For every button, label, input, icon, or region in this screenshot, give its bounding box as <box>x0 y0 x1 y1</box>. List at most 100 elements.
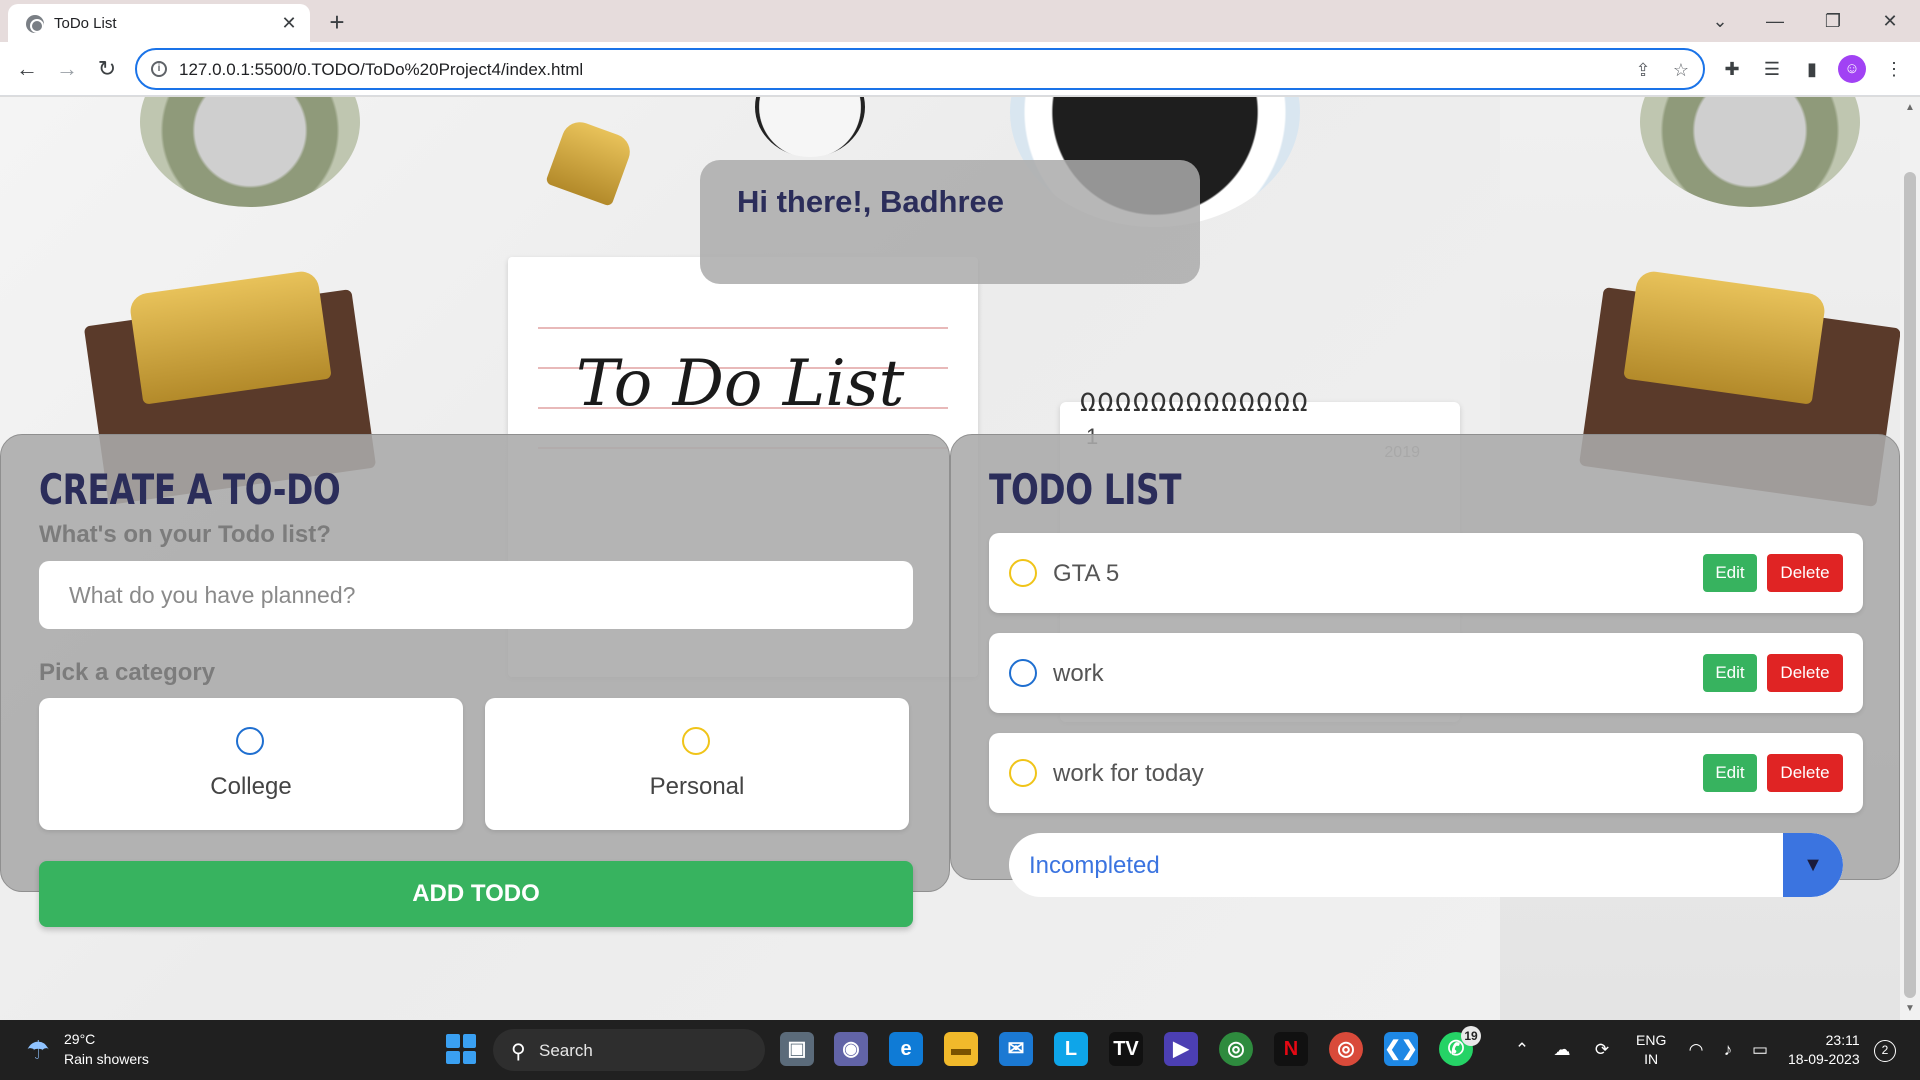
status-filter-select[interactable]: Incompleted ▼ <box>1009 833 1843 897</box>
succulent-plant-image <box>140 97 360 207</box>
tab-title: ToDo List <box>54 15 117 32</box>
category-personal-option[interactable]: Personal <box>485 698 909 830</box>
teams-chat-icon[interactable]: ◉ <box>834 1032 868 1066</box>
battery-icon[interactable]: ▭ <box>1748 1038 1772 1062</box>
greeting-text: Hi there!, Badhree <box>737 184 1005 219</box>
todo-item-text[interactable]: work <box>1053 660 1104 688</box>
category-label-college: College <box>210 773 292 800</box>
onedrive-cloud-icon[interactable]: ☁ <box>1550 1038 1574 1062</box>
todo-item: GTA 5 Edit Delete <box>989 533 1863 613</box>
share-icon[interactable]: ⇪ <box>1631 58 1655 82</box>
clipchamp-icon[interactable]: ▶ <box>1164 1032 1198 1066</box>
category-college-option[interactable]: College <box>39 698 463 830</box>
todo-list-heading: TODO LIST <box>989 465 1182 514</box>
netflix-icon[interactable]: N <box>1274 1032 1308 1066</box>
scrollbar-thumb[interactable] <box>1904 172 1916 998</box>
whatsapp-badge: 19 <box>1461 1026 1481 1046</box>
star-icon[interactable]: ☆ <box>1669 58 1693 82</box>
edit-button[interactable]: Edit <box>1703 554 1757 592</box>
windows-start-icon[interactable] <box>446 1034 476 1064</box>
browser-tab-strip: ToDo List ✕ + ⌄ — ❐ ✕ <box>0 0 1920 42</box>
tradingview-icon[interactable]: TV <box>1109 1032 1143 1066</box>
media-icon[interactable]: ☰ <box>1758 55 1786 83</box>
l-app-icon[interactable]: L <box>1054 1032 1088 1066</box>
globe-icon <box>26 15 44 33</box>
region-code: IN <box>1644 1051 1659 1067</box>
todo-item-text[interactable]: GTA 5 <box>1053 560 1119 588</box>
chevron-up-icon[interactable]: ⌃ <box>1510 1038 1534 1062</box>
create-todo-panel: CREATE A TO-DO What's on your Todo list?… <box>0 434 950 927</box>
add-todo-button[interactable]: ADD TODO <box>39 861 913 927</box>
windows-taskbar: ☂ 29°C Rain showers ⚲ Search ▣ ◉ e ▬ ✉ L… <box>0 1020 1920 1080</box>
clock-date: 18-09-2023 <box>1788 1051 1860 1067</box>
profile-avatar[interactable]: ☺ <box>1838 55 1866 83</box>
clock-time: 23:11 <box>1825 1032 1860 1048</box>
new-tab-button[interactable]: + <box>322 8 352 38</box>
extensions-icon[interactable]: ✚ <box>1718 55 1746 83</box>
language-indicator[interactable]: ENG IN <box>1636 1031 1666 1069</box>
tab-search-icon[interactable]: ⌄ <box>1700 6 1740 36</box>
weather-temperature[interactable]: 29°C <box>64 1031 95 1047</box>
edge-browser-icon[interactable]: e <box>889 1032 923 1066</box>
personal-radio[interactable] <box>682 727 710 755</box>
calendar-rings: ΩΩΩΩΩΩΩΩΩΩΩΩΩ <box>1080 388 1310 418</box>
volume-icon[interactable]: ♪ <box>1716 1038 1740 1062</box>
back-icon[interactable]: ← <box>12 54 42 84</box>
todo-list-panel: TODO LIST GTA 5 Edit Delete work Edit De… <box>950 434 1900 897</box>
edit-button[interactable]: Edit <box>1703 754 1757 792</box>
info-icon[interactable]: i <box>151 61 167 77</box>
address-bar[interactable]: i 127.0.0.1:5500/0.TODO/ToDo%20Project4/… <box>135 48 1705 90</box>
page-background: To Do List ΩΩΩΩΩΩΩΩΩΩΩΩΩ 1 2019 Hi there… <box>0 97 1900 1020</box>
mail-icon[interactable]: ✉ <box>999 1032 1033 1066</box>
vscode-icon[interactable]: ❮❯ <box>1384 1032 1418 1066</box>
todo-text-input[interactable] <box>39 561 913 629</box>
sidebar-icon[interactable]: ▮ <box>1798 55 1826 83</box>
todo-question-label: What's on your Todo list? <box>39 521 331 548</box>
whatsapp-icon[interactable]: ✆ 19 <box>1439 1026 1481 1066</box>
todo-item: work for today Edit Delete <box>989 733 1863 813</box>
menu-icon[interactable]: ⋮ <box>1880 55 1908 83</box>
scroll-up-arrow-icon[interactable]: ▲ <box>1900 99 1920 117</box>
language-code: ENG <box>1636 1032 1667 1048</box>
page-scrollbar[interactable]: ▲ ▼ <box>1900 97 1920 1020</box>
weather-description[interactable]: Rain showers <box>64 1051 149 1067</box>
alarm-clock-image <box>755 97 865 157</box>
sync-icon[interactable]: ⟳ <box>1590 1038 1614 1062</box>
reload-icon[interactable]: ↻ <box>92 54 122 84</box>
binder-clip-image <box>545 117 635 207</box>
file-explorer-icon[interactable]: ▬ <box>944 1032 978 1066</box>
complete-checkbox[interactable] <box>1009 559 1037 587</box>
complete-checkbox[interactable] <box>1009 759 1037 787</box>
restore-button[interactable]: ❐ <box>1813 6 1853 36</box>
task-view-icon[interactable]: ▣ <box>780 1032 814 1066</box>
notification-count-badge[interactable]: 2 <box>1874 1040 1896 1062</box>
browser-tab[interactable]: ToDo List ✕ <box>8 4 310 42</box>
delete-button[interactable]: Delete <box>1767 654 1843 692</box>
delete-button[interactable]: Delete <box>1767 554 1843 592</box>
browser-toolbar: ← → ↻ i 127.0.0.1:5500/0.TODO/ToDo%20Pro… <box>0 42 1920 96</box>
rain-cloud-icon[interactable]: ☂ <box>22 1034 54 1066</box>
greeting-card: Hi there!, Badhree <box>700 160 1200 284</box>
chrome-icon[interactable]: ◎ <box>1219 1032 1253 1066</box>
minimize-button[interactable]: — <box>1755 6 1795 36</box>
taskbar-search-label: Search <box>539 1041 593 1060</box>
chrome-profile-icon[interactable]: ◎ <box>1329 1032 1363 1066</box>
college-radio[interactable] <box>236 727 264 755</box>
scroll-down-arrow-icon[interactable]: ▼ <box>1900 1000 1920 1018</box>
todo-item-text[interactable]: work for today <box>1053 760 1204 788</box>
taskbar-clock[interactable]: 23:11 18-09-2023 <box>1788 1031 1860 1069</box>
forward-icon[interactable]: → <box>52 54 82 84</box>
search-icon: ⚲ <box>511 1041 526 1063</box>
create-heading: CREATE A TO-DO <box>39 465 341 514</box>
delete-button[interactable]: Delete <box>1767 754 1843 792</box>
taskbar-search[interactable]: ⚲ Search <box>493 1029 765 1071</box>
wifi-icon[interactable]: ◠ <box>1684 1038 1708 1062</box>
complete-checkbox[interactable] <box>1009 659 1037 687</box>
url-text[interactable]: 127.0.0.1:5500/0.TODO/ToDo%20Project4/in… <box>179 60 583 80</box>
edit-button[interactable]: Edit <box>1703 654 1757 692</box>
filter-selected-value[interactable]: Incompleted <box>1029 852 1160 880</box>
close-tab-icon[interactable]: ✕ <box>278 12 300 34</box>
category-label: Pick a category <box>39 659 216 686</box>
category-label-personal: Personal <box>649 773 745 800</box>
close-window-button[interactable]: ✕ <box>1870 6 1910 36</box>
